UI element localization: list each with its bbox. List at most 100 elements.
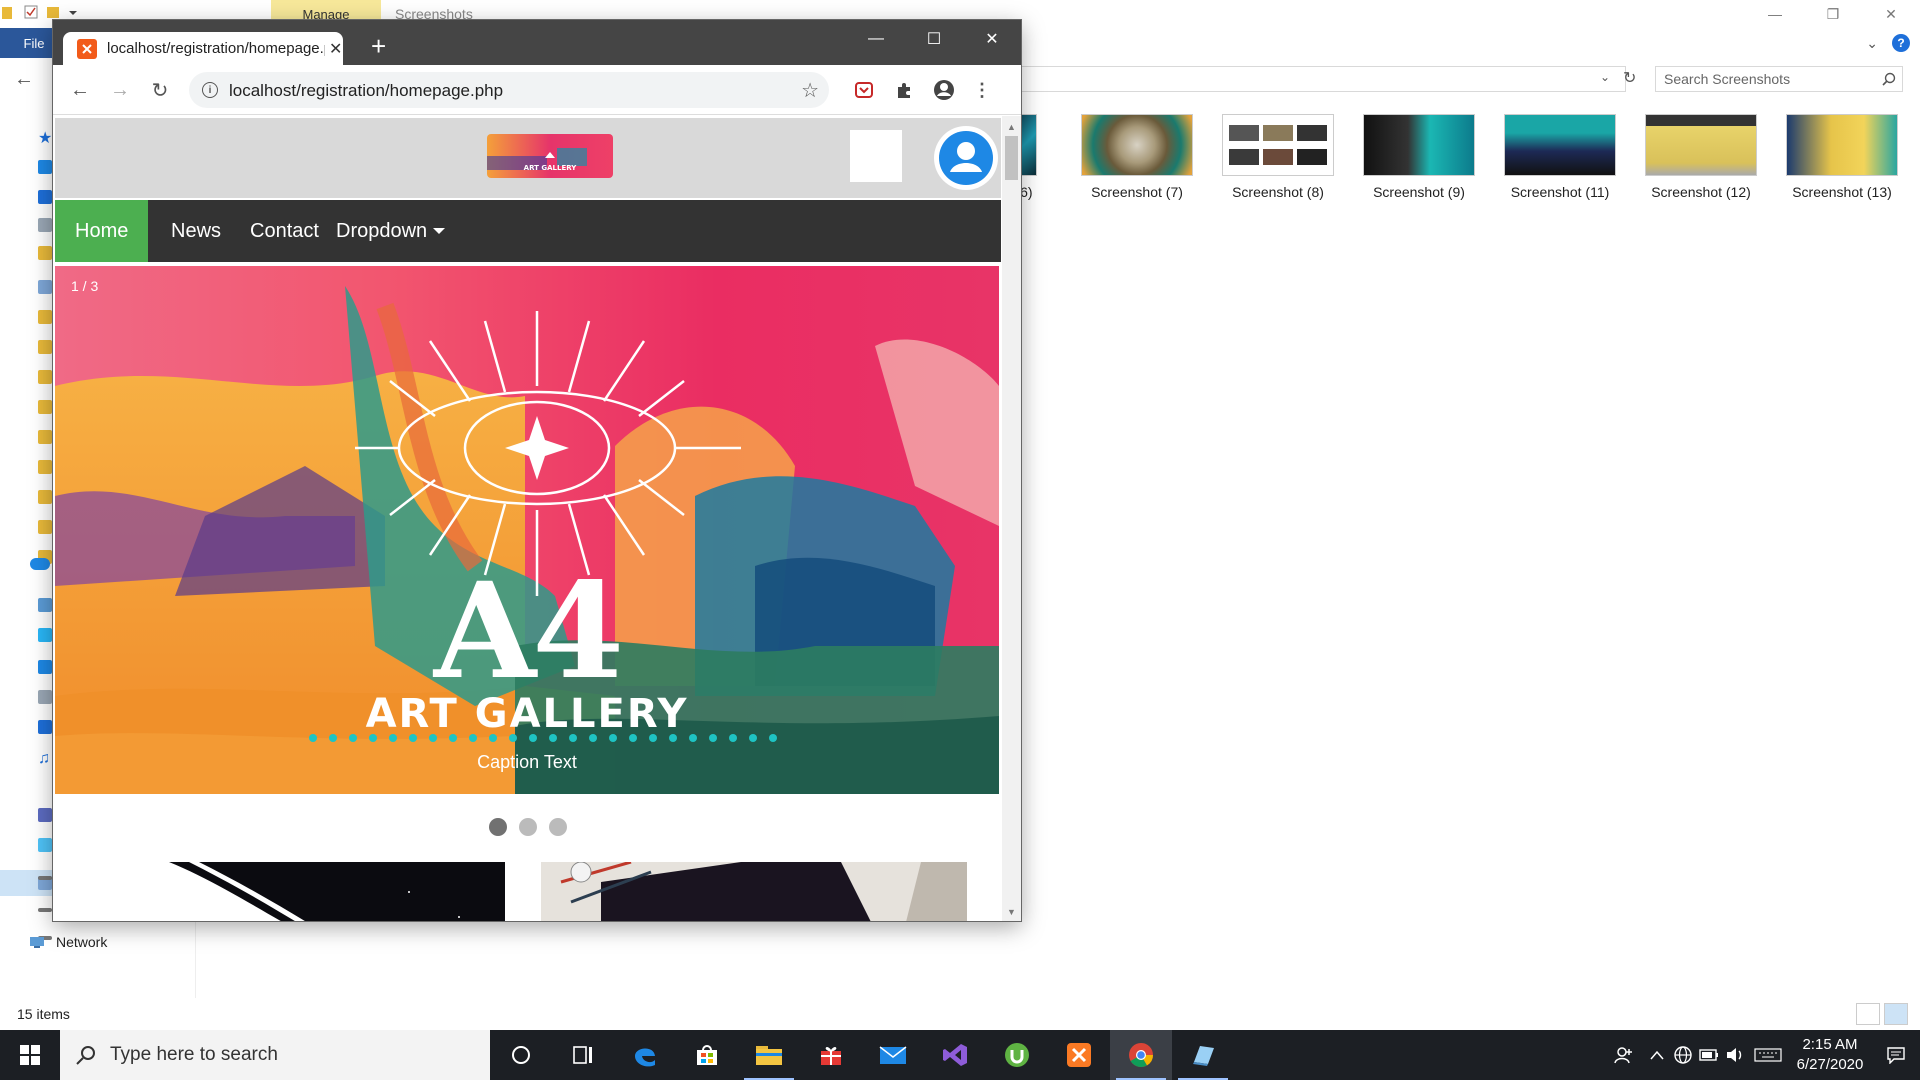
pictures-icon[interactable] <box>38 280 52 294</box>
folder-icon[interactable] <box>38 246 52 260</box>
folder-icon[interactable] <box>38 310 52 324</box>
thumbnail-item[interactable]: Screenshot (13) <box>1779 114 1905 200</box>
gallery-card[interactable] <box>79 862 505 921</box>
downloads-icon[interactable] <box>38 720 52 734</box>
qat-dropdown-icon[interactable] <box>68 4 82 20</box>
nav-news[interactable]: News <box>151 200 241 262</box>
start-button[interactable] <box>0 1030 60 1080</box>
site-logo[interactable]: ART GALLERY <box>487 134 613 178</box>
scroll-up-arrow-icon[interactable]: ▲ <box>1007 122 1016 132</box>
large-icons-view-icon[interactable] <box>1884 1003 1908 1025</box>
close-icon[interactable]: ✕ <box>963 20 1021 58</box>
quick-access-star-icon[interactable]: ★ <box>38 128 52 147</box>
new-folder-icon[interactable] <box>46 4 60 20</box>
close-tab-icon[interactable]: ✕ <box>329 39 342 59</box>
extensions-puzzle-icon[interactable] <box>891 77 917 103</box>
pocket-extension-icon[interactable] <box>851 77 877 103</box>
nav-home[interactable]: Home <box>55 200 149 262</box>
desktop-icon[interactable] <box>38 160 52 174</box>
new-tab-button[interactable]: + <box>371 33 386 59</box>
menu-kebab-icon[interactable]: ⋮ <box>969 77 995 103</box>
battery-icon[interactable] <box>1696 1030 1722 1080</box>
url-text[interactable]: localhost/registration/homepage.php <box>229 81 503 101</box>
explorer-search-input[interactable]: Search Screenshots <box>1655 66 1903 92</box>
utorrent-icon[interactable] <box>986 1030 1048 1080</box>
scrollbar-thumb[interactable] <box>1005 136 1018 180</box>
nav-dropdown[interactable]: Dropdown <box>316 200 465 262</box>
explorer-address-bar[interactable] <box>1018 66 1626 92</box>
bookmark-star-icon[interactable]: ☆ <box>801 78 819 103</box>
properties-icon[interactable] <box>24 4 38 20</box>
page-scrollbar[interactable]: ▲ ▼ <box>1002 116 1021 921</box>
3d-objects-icon[interactable] <box>38 628 52 642</box>
slide-dot-3[interactable] <box>548 818 567 836</box>
music-icon[interactable]: ♫ <box>38 750 52 767</box>
slide-dot-1[interactable] <box>488 818 507 836</box>
slide-dot-2[interactable] <box>518 818 537 836</box>
documents-icon[interactable] <box>38 690 52 704</box>
chrome-icon[interactable] <box>1110 1030 1172 1080</box>
clock[interactable]: 2:15 AM 6/27/2020 <box>1788 1035 1872 1075</box>
videos-icon[interactable] <box>38 808 52 822</box>
mail-icon[interactable] <box>862 1030 924 1080</box>
app-icon[interactable] <box>1172 1030 1234 1080</box>
folder-icon[interactable] <box>38 340 52 354</box>
folder-icon[interactable] <box>38 490 52 504</box>
search-box[interactable] <box>850 130 902 182</box>
refresh-icon[interactable]: ↻ <box>1623 68 1636 88</box>
minimize-icon[interactable]: — <box>847 20 905 58</box>
thumbnail-item[interactable]: Screenshot (7) <box>1074 114 1200 200</box>
omnibox[interactable]: i localhost/registration/homepage.php ☆ <box>189 72 829 108</box>
profile-icon[interactable] <box>931 77 957 103</box>
expand-ribbon-icon[interactable]: ⌄ <box>1866 35 1878 52</box>
cortana-icon[interactable] <box>490 1030 552 1080</box>
windows-drive-icon[interactable] <box>38 838 52 852</box>
file-explorer-icon[interactable] <box>738 1030 800 1080</box>
restore-icon[interactable]: ❐ <box>1804 0 1862 28</box>
thumbnail-item[interactable]: Screenshot (12) <box>1638 114 1764 200</box>
action-center-icon[interactable] <box>1872 1030 1920 1080</box>
address-dropdown-icon[interactable]: ⌄ <box>1600 70 1610 84</box>
gallery-card[interactable] <box>541 862 967 921</box>
downloads-icon[interactable] <box>38 190 52 204</box>
folder-icon[interactable] <box>38 370 52 384</box>
thumbnail-item[interactable]: Screenshot (8) <box>1215 114 1341 200</box>
taskbar-search-box[interactable]: Type here to search <box>60 1030 490 1080</box>
network-globe-icon[interactable] <box>1670 1030 1696 1080</box>
help-icon[interactable]: ? <box>1892 34 1910 52</box>
details-view-icon[interactable] <box>1856 1003 1880 1025</box>
show-hidden-icons-chevron-icon[interactable] <box>1644 1030 1670 1080</box>
minimize-icon[interactable]: — <box>1746 0 1804 28</box>
xampp-icon[interactable] <box>1048 1030 1110 1080</box>
store-icon[interactable] <box>676 1030 738 1080</box>
browser-tab[interactable]: localhost/registration/homepage.php ✕ <box>63 32 343 65</box>
volume-icon[interactable] <box>1722 1030 1748 1080</box>
nav-item-network[interactable]: Network <box>28 934 107 950</box>
onedrive-icon[interactable] <box>30 558 50 570</box>
folder-icon[interactable] <box>38 460 52 474</box>
close-icon[interactable]: ✕ <box>1862 0 1920 28</box>
thumbnail-item[interactable]: Screenshot (11) <box>1497 114 1623 200</box>
edge-icon[interactable] <box>614 1030 676 1080</box>
documents-icon[interactable] <box>38 218 52 232</box>
drive-icon[interactable] <box>38 876 52 880</box>
back-arrow-icon[interactable]: ← <box>14 68 34 91</box>
thumbnail-item[interactable]: Screenshot (9) <box>1356 114 1482 200</box>
people-icon[interactable] <box>1604 1030 1644 1080</box>
scroll-down-arrow-icon[interactable]: ▼ <box>1007 907 1016 917</box>
drive-icon[interactable] <box>38 908 52 912</box>
desktop-icon[interactable] <box>38 660 52 674</box>
folder-icon[interactable] <box>38 520 52 534</box>
keyboard-icon[interactable] <box>1748 1030 1788 1080</box>
reload-icon[interactable]: ↻ <box>147 77 173 103</box>
site-info-icon[interactable]: i <box>202 82 218 98</box>
folder-icon[interactable] <box>38 400 52 414</box>
task-view-icon[interactable] <box>552 1030 614 1080</box>
back-icon[interactable]: ← <box>67 77 93 103</box>
forward-icon[interactable]: → <box>107 77 133 103</box>
folder-icon[interactable] <box>38 430 52 444</box>
this-pc-icon[interactable] <box>38 598 52 612</box>
gift-icon[interactable] <box>800 1030 862 1080</box>
user-avatar-icon[interactable] <box>934 126 998 190</box>
folder-icon[interactable] <box>2 4 16 20</box>
